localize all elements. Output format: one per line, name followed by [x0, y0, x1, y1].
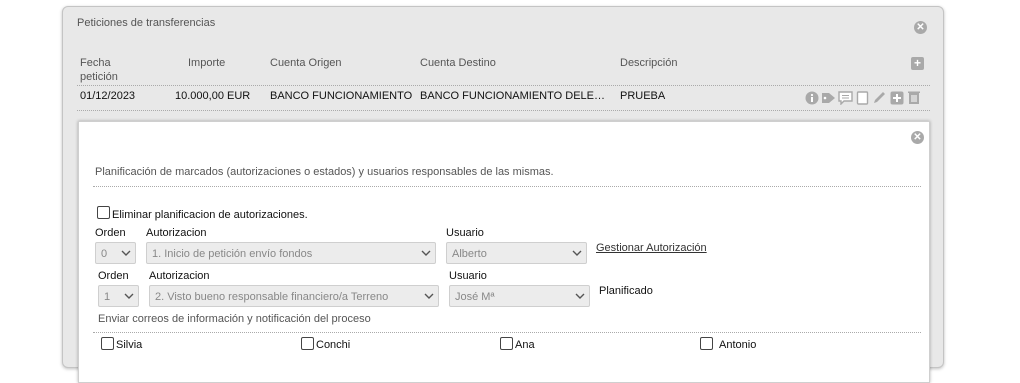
- chevron-down-icon: [575, 293, 585, 299]
- plus-icon[interactable]: [889, 90, 904, 105]
- gestionar-autorizacion-link[interactable]: Gestionar Autorización: [596, 242, 707, 254]
- chevron-down-icon: [572, 250, 582, 256]
- recipient-checkbox-conchi[interactable]: [301, 337, 314, 350]
- info-icon[interactable]: [804, 90, 819, 105]
- col-header-importe: Importe: [188, 57, 226, 69]
- orden-select[interactable]: 1: [98, 285, 139, 307]
- cell-cuenta-destino: BANCO FUNCIONAMIENTO DELEGACION: [420, 90, 606, 102]
- cell-descripcion: PRUEBA: [620, 90, 666, 102]
- recipient-label: Ana: [515, 339, 535, 351]
- usuario-label: Usuario: [446, 227, 484, 239]
- tag-icon[interactable]: [821, 90, 836, 105]
- pencil-icon[interactable]: [872, 90, 887, 105]
- col-header-descripcion: Descripción: [620, 57, 678, 69]
- chevron-down-icon: [424, 293, 434, 299]
- orden-select[interactable]: 0: [95, 242, 136, 264]
- usuario-select[interactable]: Alberto: [446, 242, 587, 264]
- cell-importe: 10.000,00 EUR: [175, 90, 251, 102]
- notify-label: Enviar correos de información y notifica…: [98, 313, 371, 325]
- trash-icon[interactable]: [906, 90, 921, 105]
- planificado-status: Planificado: [599, 285, 653, 297]
- autorizacion-select[interactable]: 1. Inicio de petición envío fondos: [146, 242, 436, 264]
- planning-description: Planificación de marcados (autorizacione…: [95, 166, 554, 178]
- recipient-checkbox-antonio[interactable]: [700, 337, 713, 350]
- add-request-button[interactable]: +: [911, 57, 924, 70]
- cell-cuenta-origen: BANCO FUNCIONAMIENTO: [270, 90, 413, 102]
- autorizacion-label: Autorizacion: [149, 270, 210, 282]
- planning-panel: ✕ Planificación de marcados (autorizacio…: [78, 121, 930, 383]
- col-header-fecha: Fecha petición: [80, 57, 118, 83]
- transfer-requests-panel: Peticiones de transferencias ✕ Fecha pet…: [62, 6, 944, 383]
- orden-label: Orden: [98, 270, 129, 282]
- eliminar-planificacion-checkbox[interactable]: [97, 206, 110, 219]
- close-icon[interactable]: ✕: [914, 21, 927, 34]
- chevron-down-icon: [121, 250, 131, 256]
- chevron-down-icon: [421, 250, 431, 256]
- autorizacion-label: Autorizacion: [146, 227, 207, 239]
- recipient-label: Conchi: [316, 339, 351, 351]
- planning-close-icon[interactable]: ✕: [911, 131, 924, 144]
- autorizacion-select[interactable]: 2. Visto bueno responsable financiero/a …: [149, 285, 439, 307]
- recipient-checkbox-ana[interactable]: [500, 337, 513, 350]
- col-header-cuenta-origen: Cuenta Origen: [270, 57, 342, 69]
- cell-fecha: 01/12/2023: [80, 90, 136, 102]
- usuario-select[interactable]: José Mª: [449, 285, 590, 307]
- document-icon[interactable]: [855, 90, 870, 105]
- col-header-cuenta-destino: Cuenta Destino: [420, 57, 496, 69]
- orden-label: Orden: [95, 227, 126, 239]
- row-actions: [804, 90, 921, 105]
- comment-icon[interactable]: [838, 90, 853, 105]
- panel-title: Peticiones de transferencias: [77, 17, 216, 29]
- notify-divider: [93, 332, 921, 333]
- eliminar-planificacion-label: Eliminar planificacion de autorizaciones…: [112, 209, 308, 221]
- planning-divider: [93, 186, 921, 187]
- header-divider: [77, 85, 930, 86]
- usuario-label: Usuario: [449, 270, 487, 282]
- recipient-label: Antonio: [719, 339, 757, 351]
- row-divider: [77, 110, 930, 111]
- recipient-checkbox-silvia[interactable]: [101, 337, 114, 350]
- recipient-label: Silvia: [116, 339, 143, 351]
- chevron-down-icon: [124, 293, 134, 299]
